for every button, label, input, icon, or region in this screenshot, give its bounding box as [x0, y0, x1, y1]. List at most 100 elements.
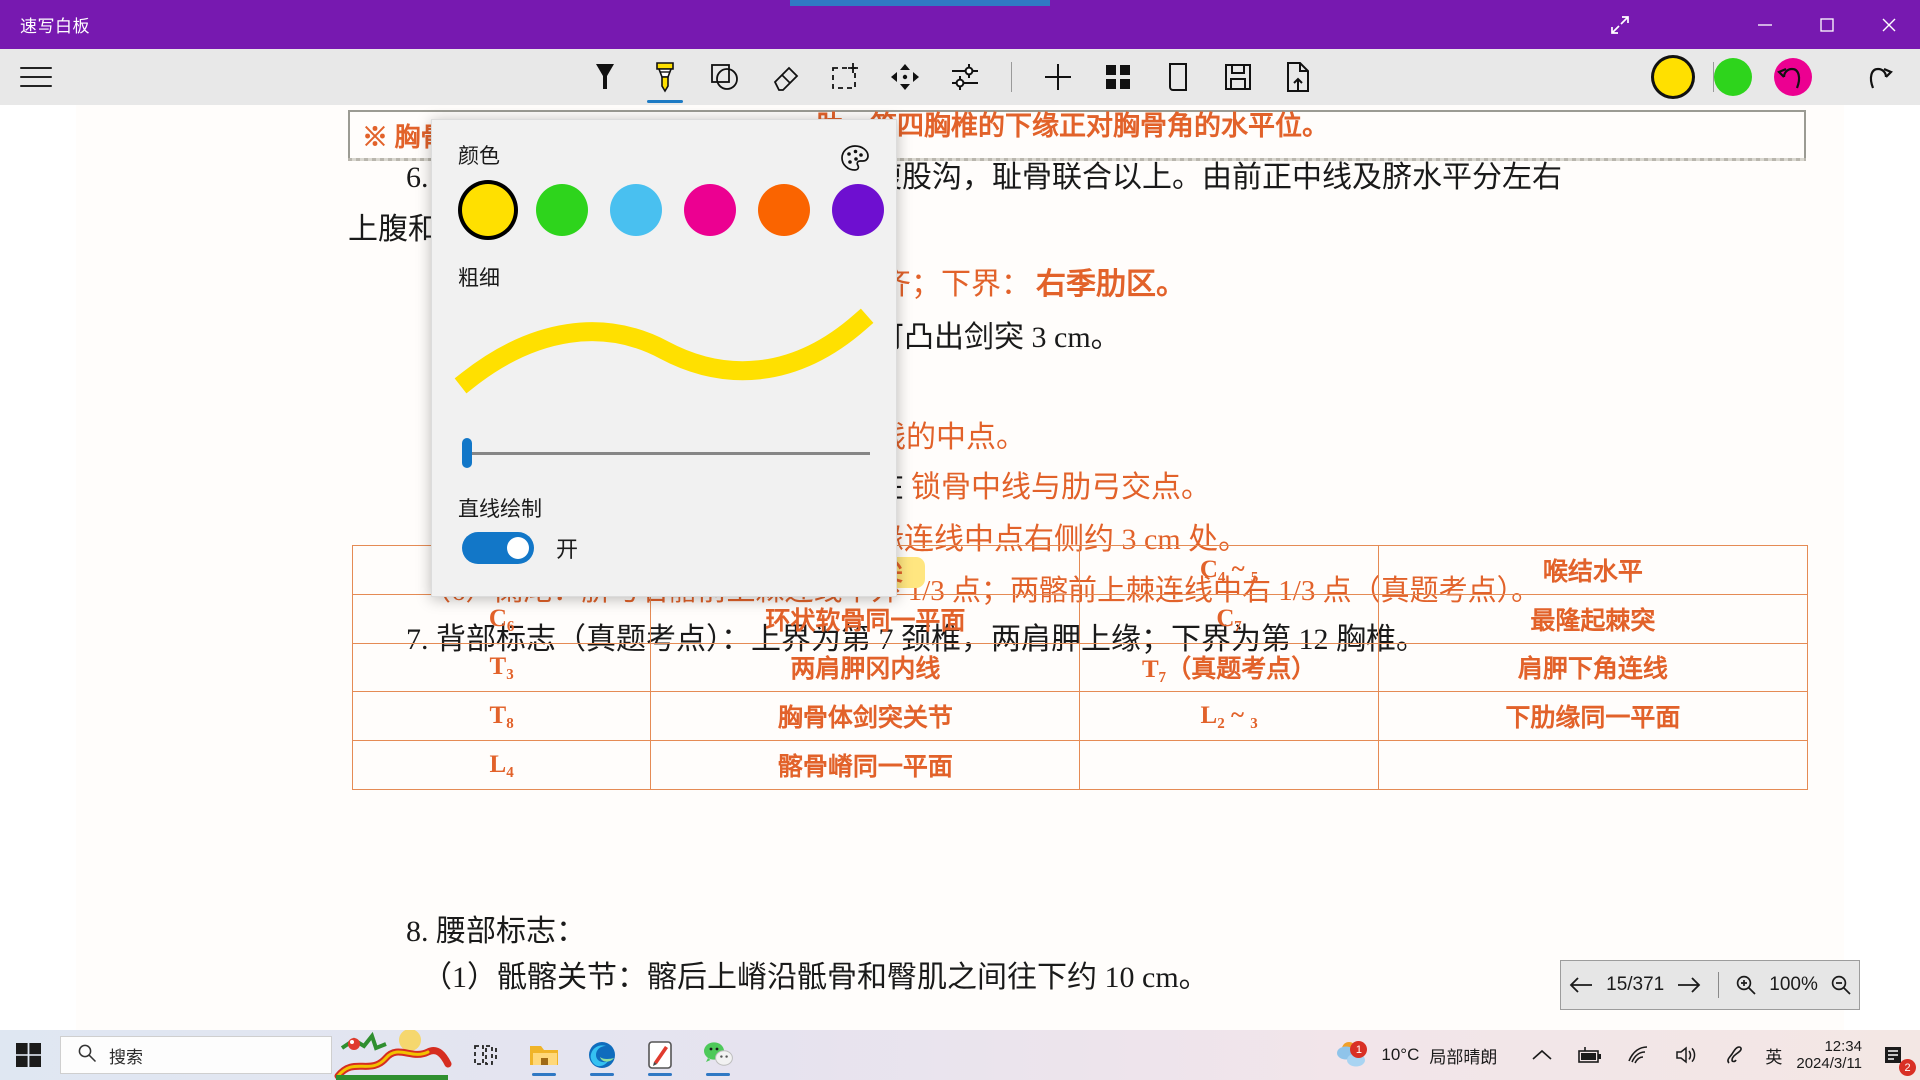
thickness-section-label: 粗细 — [458, 262, 500, 292]
color-section-label: 颜色 — [458, 140, 500, 170]
table-row: L₄髂骨嵴同一平面 — [353, 741, 1808, 790]
app-root: 速写白板 — [0, 0, 1920, 1080]
stroke-preview — [454, 302, 874, 397]
search-box[interactable]: 搜索 — [60, 1036, 332, 1074]
table-cell-key-right: L₂ ~ ₃ — [1080, 692, 1378, 741]
dragon-sticker — [332, 1030, 452, 1080]
expand-button[interactable] — [1595, 0, 1645, 49]
table-cell-key-left: T₃ — [353, 643, 651, 692]
document-canvas[interactable]: ※ 胸骨角是 肋，第四胸椎的下缘正对胸骨角的水平位。6. 腹部－两腹股沟，耻骨联… — [0, 105, 1920, 1030]
wechat-icon[interactable] — [694, 1032, 742, 1078]
weather-widget[interactable]: 1 10°C 局部晴朗 — [1335, 1038, 1497, 1072]
thickness-slider-thumb[interactable] — [462, 438, 472, 468]
close-button[interactable] — [1858, 0, 1920, 49]
export-button[interactable] — [1268, 49, 1328, 105]
notification-count-badge: 2 — [1899, 1059, 1916, 1076]
table-cell-value-right: 下肋缘同一平面 — [1378, 692, 1807, 741]
table-cell-value-right: 肩胛下角连线 — [1378, 643, 1807, 692]
zoom-out-icon[interactable] — [1830, 974, 1852, 996]
search-icon — [77, 1043, 97, 1068]
color-swatch-2[interactable] — [610, 184, 662, 236]
pagenav-divider — [1718, 972, 1719, 998]
table-cell-value-left: 胸骨体剑突关节 — [651, 692, 1080, 741]
doc-line-13: 锁骨中线与肋弓交点。 — [911, 473, 1211, 503]
menu-button[interactable] — [14, 57, 58, 97]
color-swatch-3[interactable] — [684, 184, 736, 236]
pen-tray-icon[interactable] — [1717, 1038, 1751, 1072]
weather-icon: 1 — [1335, 1038, 1371, 1072]
color-swatch-5[interactable] — [832, 184, 884, 236]
search-placeholder: 搜索 — [109, 1043, 143, 1068]
doc-line-19: （1）骶髂关节：髂后上嵴沿骶骨和臀肌之间往下约 10 cm。 — [422, 963, 1209, 993]
next-page-button[interactable] — [1676, 975, 1702, 995]
thickness-slider[interactable] — [462, 438, 870, 468]
windows-start-icon[interactable] — [0, 1042, 58, 1068]
table-cell-key-right: T₇（真题考点） — [1080, 643, 1378, 692]
window-title: 速写白板 — [20, 12, 90, 37]
single-page-button[interactable] — [1148, 49, 1208, 105]
battery-icon[interactable] — [1573, 1038, 1607, 1072]
weather-temperature: 10°C — [1381, 1045, 1419, 1065]
weather-description: 局部晴朗 — [1429, 1043, 1497, 1068]
straight-line-label: 直线绘制 — [458, 493, 542, 523]
page-indicator: 15/371 — [1606, 974, 1664, 996]
clock-widget[interactable]: 12:34 2024/3/11 — [1796, 1038, 1862, 1073]
title-bar: 速写白板 — [0, 0, 1920, 49]
wifi-icon[interactable] — [1621, 1038, 1655, 1072]
move-tool[interactable] — [875, 49, 935, 105]
notification-icon[interactable]: 2 — [1876, 1038, 1910, 1072]
settings-sliders-tool[interactable] — [935, 49, 995, 105]
select-tool[interactable] — [815, 49, 875, 105]
table-cell-value-right — [1378, 741, 1807, 790]
chevron-up-icon[interactable] — [1525, 1038, 1559, 1072]
document-page: ※ 胸骨角是 肋，第四胸椎的下缘正对胸骨角的水平位。6. 腹部－两腹股沟，耻骨联… — [76, 105, 1844, 1030]
color-swatch-1[interactable] — [536, 184, 588, 236]
undo-button[interactable] — [1760, 49, 1820, 105]
add-page-button[interactable] — [1028, 49, 1088, 105]
table-cell-value-left: 环状软骨同一平面 — [651, 594, 1080, 643]
table-cell-key-right — [1080, 741, 1378, 790]
straight-line-state: 开 — [556, 532, 578, 564]
straight-line-toggle[interactable] — [462, 532, 534, 564]
system-tray: 1 10°C 局部晴朗 — [1335, 1030, 1920, 1080]
redo-button[interactable] — [1850, 49, 1910, 105]
color-swatch-4[interactable] — [758, 184, 810, 236]
task-view-icon[interactable] — [462, 1032, 510, 1078]
clock-date: 2024/3/11 — [1796, 1055, 1862, 1072]
main-toolbar — [0, 49, 1920, 105]
toolbar-divider-2 — [1713, 62, 1714, 92]
windows-taskbar: 搜索 — [0, 1030, 1920, 1080]
minimize-button[interactable] — [1734, 0, 1796, 49]
save-button[interactable] — [1208, 49, 1268, 105]
volume-icon[interactable] — [1669, 1038, 1703, 1072]
file-explorer-icon[interactable] — [520, 1032, 568, 1078]
table-cell-key-left: C₆ — [353, 594, 651, 643]
highlighter-tool[interactable] — [635, 49, 695, 105]
eraser-tool[interactable] — [755, 49, 815, 105]
color-swatch-0[interactable] — [462, 184, 514, 236]
history-group — [1697, 49, 1910, 105]
table-cell-key-left: L₄ — [353, 741, 651, 790]
edge-browser-icon[interactable] — [578, 1032, 626, 1078]
taskbar-app-icons — [462, 1032, 742, 1078]
table-cell-value-left: 两肩胛冈内线 — [651, 643, 1080, 692]
prev-page-button[interactable] — [1568, 975, 1594, 995]
toolbar-divider-1 — [1011, 62, 1012, 92]
ime-indicator[interactable]: 英 — [1765, 1043, 1782, 1068]
table-cell-key-left: T₈ — [353, 692, 651, 741]
tool-group — [575, 49, 1328, 105]
zoom-in-icon[interactable] — [1735, 974, 1757, 996]
table-row: T₈胸骨体剑突关节L₂ ~ ₃下肋缘同一平面 — [353, 692, 1808, 741]
table-cell-value-right: 最隆起棘突 — [1378, 594, 1807, 643]
maximize-button[interactable] — [1796, 0, 1858, 49]
doc-line-6: 右季肋区。 — [1036, 270, 1186, 300]
whiteboard-app-icon[interactable] — [636, 1032, 684, 1078]
page-grid-button[interactable] — [1088, 49, 1148, 105]
table-cell-key-right: C₄ ~ ₅ — [1080, 546, 1378, 595]
quick-color-yellow[interactable] — [1654, 58, 1692, 96]
shape-tool[interactable] — [695, 49, 755, 105]
title-accent-strip — [790, 0, 1050, 6]
palette-icon[interactable] — [838, 142, 872, 176]
pen-tool[interactable] — [575, 49, 635, 105]
table-cell-key-right: C₇ — [1080, 594, 1378, 643]
